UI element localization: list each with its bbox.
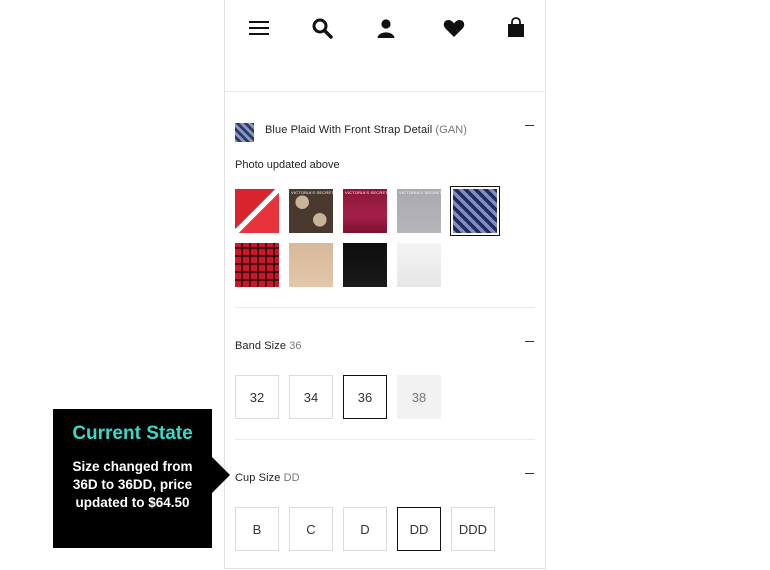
section-divider bbox=[235, 439, 535, 440]
cup-size-heading: Cup Size DD bbox=[235, 472, 300, 484]
band-size-option: 38 bbox=[397, 375, 441, 419]
color-name: Blue Plaid With Front Strap Detail bbox=[265, 124, 433, 136]
search-icon[interactable] bbox=[310, 16, 334, 40]
color-swatch[interactable] bbox=[235, 189, 279, 233]
cup-size-label: Cup Size bbox=[235, 472, 281, 484]
photo-updated-note: Photo updated above bbox=[235, 159, 340, 171]
band-size-label: Band Size bbox=[235, 340, 287, 352]
bag-icon[interactable] bbox=[504, 16, 528, 40]
top-nav-bar bbox=[225, 0, 545, 56]
cup-size-option[interactable]: DDD bbox=[451, 507, 495, 551]
heart-icon[interactable] bbox=[442, 16, 466, 40]
band-collapse-toggle[interactable] bbox=[525, 337, 535, 347]
callout-body: Size changed from 36D to 36DD, price upd… bbox=[72, 459, 193, 510]
section-divider bbox=[235, 307, 535, 308]
swatch-brand-label: VICTORIA'S SECRET bbox=[291, 190, 334, 195]
color-swatch[interactable]: VICTORIA'S SECRET bbox=[397, 189, 442, 233]
color-swatch[interactable]: VICTORIA'S SECRET bbox=[289, 189, 334, 233]
swatch-brand-label: VICTORIA'S SECRET bbox=[399, 190, 442, 195]
menu-icon[interactable] bbox=[247, 16, 271, 40]
color-swatch[interactable] bbox=[289, 243, 333, 287]
color-swatch[interactable] bbox=[450, 186, 500, 236]
color-swatch[interactable] bbox=[235, 243, 279, 287]
cup-size-option[interactable]: C bbox=[289, 507, 333, 551]
band-size-option[interactable]: 34 bbox=[289, 375, 333, 419]
cup-collapse-toggle[interactable] bbox=[525, 469, 535, 479]
color-swatch[interactable] bbox=[343, 243, 387, 287]
cup-size-option[interactable]: DD bbox=[397, 507, 441, 551]
color-swatch[interactable] bbox=[397, 243, 441, 287]
mobile-viewport: Blue Plaid With Front Strap Detail (GAN)… bbox=[224, 0, 546, 569]
color-name-heading: Blue Plaid With Front Strap Detail (GAN) bbox=[265, 124, 467, 136]
cup-size-option[interactable]: B bbox=[235, 507, 279, 551]
band-size-value: 36 bbox=[289, 340, 302, 352]
band-size-option[interactable]: 36 bbox=[343, 375, 387, 419]
header-divider bbox=[225, 91, 545, 92]
color-collapse-toggle[interactable] bbox=[525, 121, 535, 131]
color-code: (GAN) bbox=[435, 124, 468, 136]
cup-size-value: DD bbox=[283, 472, 300, 484]
band-size-heading: Band Size 36 bbox=[235, 340, 302, 352]
band-size-option[interactable]: 32 bbox=[235, 375, 279, 419]
cup-size-option[interactable]: D bbox=[343, 507, 387, 551]
callout-title: Current State bbox=[72, 423, 193, 444]
account-icon[interactable] bbox=[374, 16, 398, 40]
swatch-brand-label: VICTORIA'S SECRET bbox=[345, 190, 388, 195]
selected-color-chip bbox=[235, 123, 254, 142]
color-swatch[interactable]: VICTORIA'S SECRET bbox=[343, 189, 388, 233]
annotation-callout: Current State Size changed from 36D to 3… bbox=[53, 409, 230, 548]
